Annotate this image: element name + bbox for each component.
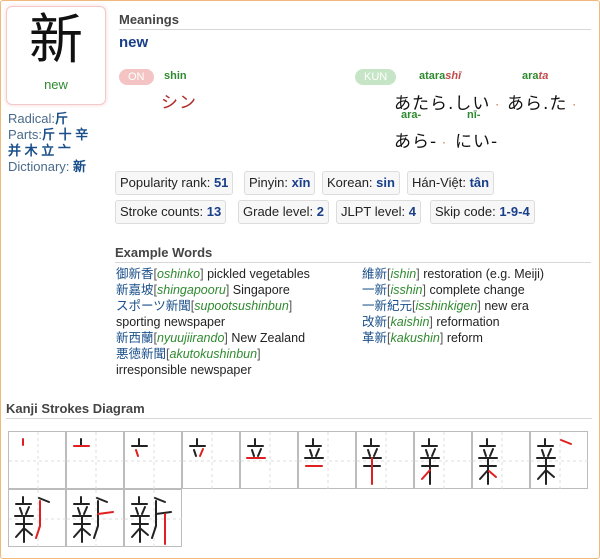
dictionary-label: Dictionary: xyxy=(8,159,70,174)
example-item[interactable]: 悪徳新聞[akutokushinbun] xyxy=(116,346,356,362)
kanji-card[interactable]: 新 new xyxy=(6,6,106,105)
example-item-meaning: sporting newspaper xyxy=(116,315,226,329)
stroke-step-8 xyxy=(414,431,473,490)
example-item[interactable]: 維新[ishin] restoration (e.g. Meiji) xyxy=(362,266,592,282)
kanji-info: Radical:斤 Parts:斤 十 辛 并 木 立 亠 Dictionary… xyxy=(8,111,108,175)
stroke-step-6 xyxy=(298,431,357,490)
kun3-romaji: ara- xyxy=(401,109,422,121)
stroke-step-11 xyxy=(8,489,67,548)
kun-badge: KUN xyxy=(355,69,397,85)
kun4-kana[interactable]: にい- xyxy=(455,127,498,152)
strokes-diagram-title: Kanji Strokes Diagram xyxy=(6,401,592,419)
on-kana[interactable]: シン xyxy=(161,88,197,113)
example-item[interactable]: 一新[isshin] complete change xyxy=(362,282,592,298)
radical-value[interactable]: 斤 xyxy=(55,111,68,126)
kun1-romaji: atarashī xyxy=(419,70,462,82)
stroke-count-chip: Stroke counts: 13 xyxy=(115,200,227,224)
stroke-step-12 xyxy=(66,489,125,548)
grade-level-chip: Grade level: 2 xyxy=(238,200,329,224)
stroke-step-10 xyxy=(530,431,589,490)
skip-code-chip: Skip code: 1-9-4 xyxy=(430,200,535,224)
jlpt-level-chip: JLPT level: 4 xyxy=(336,200,421,224)
dictionary-value[interactable]: 新 xyxy=(73,159,86,174)
example-list-left: 御新香[oshinko] pickled vegetables 新嘉坡[shin… xyxy=(116,266,356,378)
example-item[interactable]: 新嘉坡[shingapooru] Singapore xyxy=(116,282,356,298)
on-romaji: shin xyxy=(164,70,187,82)
kun2-romaji: arata xyxy=(522,70,549,82)
stroke-step-5 xyxy=(240,431,299,490)
on-badge: ON xyxy=(119,69,154,85)
meanings-title: Meanings xyxy=(119,12,591,30)
kun2-kana[interactable]: あら.た · xyxy=(507,89,577,114)
stroke-step-1 xyxy=(8,431,67,490)
stroke-step-3 xyxy=(124,431,183,490)
kanji-character: 新 xyxy=(29,8,83,71)
stroke-step-9 xyxy=(472,431,531,490)
kun3-kana[interactable]: あら- · xyxy=(394,127,447,152)
meaning-value: new xyxy=(119,34,149,51)
stroke-step-7 xyxy=(356,431,415,490)
parts-value-1[interactable]: 斤 十 辛 xyxy=(42,127,88,142)
parts-label: Parts: xyxy=(8,127,42,142)
hanviet-chip: Hán-Việt: tân xyxy=(407,171,495,195)
example-item-meaning: irresponsible newspaper xyxy=(116,363,252,377)
stroke-step-2 xyxy=(66,431,125,490)
example-item[interactable]: 一新紀元[isshinkigen] new era xyxy=(362,298,592,314)
stroke-step-13 xyxy=(124,489,183,548)
example-list-right: 維新[ishin] restoration (e.g. Meiji) 一新[is… xyxy=(362,266,592,346)
stroke-step-4 xyxy=(182,431,241,490)
example-item[interactable]: 改新[kaishin] reformation xyxy=(362,314,592,330)
example-item[interactable]: 新西蘭[nyuujiirando] New Zealand xyxy=(116,330,356,346)
example-item[interactable]: 革新[kakushin] reform xyxy=(362,330,592,346)
popularity-chip: Popularity rank: 51 xyxy=(115,171,234,195)
example-item[interactable]: 御新香[oshinko] pickled vegetables xyxy=(116,266,356,282)
radical-label: Radical: xyxy=(8,111,55,126)
kanji-meaning: new xyxy=(44,77,68,92)
example-item[interactable]: スポーツ新聞[supootsushinbun] xyxy=(116,298,356,314)
example-words-title: Example Words xyxy=(115,245,591,263)
pinyin-chip: Pinyin: xīn xyxy=(244,171,316,195)
korean-chip: Korean: sin xyxy=(322,171,400,195)
parts-value-2[interactable]: 并 木 立 亠 xyxy=(8,143,71,158)
kun4-romaji: nī- xyxy=(467,109,481,121)
